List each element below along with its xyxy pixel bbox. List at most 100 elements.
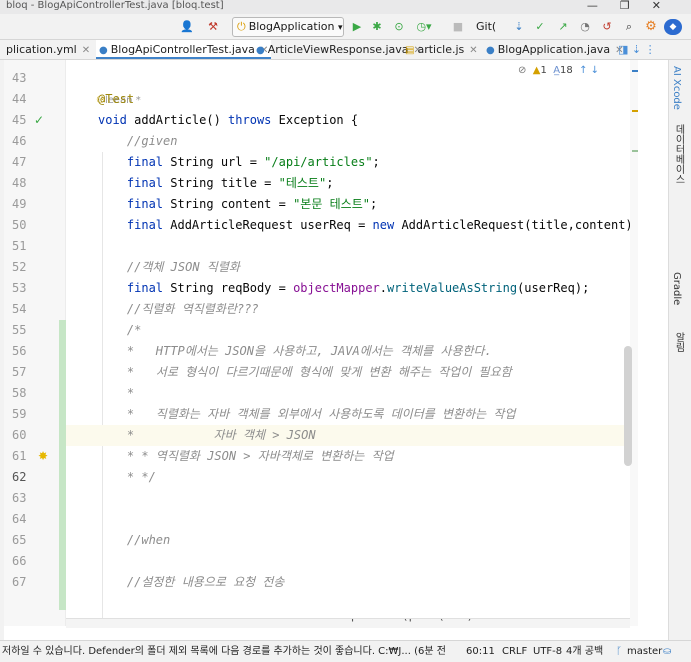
- change-marker: [59, 320, 66, 610]
- main-toolbar: 👤 ⚒ ⏻ BlogApplication ▾ ▶ ✱ ⊙ ◷▾ ■ Git( ⇣…: [0, 14, 691, 40]
- line-number-gutter: 43 44 45 ✓ 46 47 48 49 50 51 52 53 54 55 …: [4, 60, 66, 626]
- code-line[interactable]: final String reqBody = objectMapper.writ…: [66, 278, 630, 299]
- window-title-bar: bloq - BlogApiControllerTest.java [bloq.…: [0, 0, 691, 14]
- code-line[interactable]: void addArticle() throws Exception {: [66, 110, 630, 131]
- code-line[interactable]: //given: [66, 131, 630, 152]
- run-configuration-label: BlogApplication: [248, 20, 335, 33]
- code-token: throws: [228, 113, 279, 127]
- gutter-line: 53: [12, 281, 27, 295]
- code-line[interactable]: @Test: [66, 89, 630, 110]
- code-line[interactable]: * 서로 형식이 다르기때문에 형식에 맞게 변환 해주는 작업이 필요함: [66, 362, 630, 383]
- code-line[interactable]: /*: [66, 320, 630, 341]
- bulb-icon[interactable]: ✸: [38, 446, 48, 467]
- line-separator[interactable]: CRLF: [502, 641, 527, 662]
- code-token: ;: [372, 155, 380, 169]
- java-class-icon: ●: [486, 45, 495, 56]
- search-icon[interactable]: ⌕: [622, 17, 636, 37]
- history-icon[interactable]: ◔: [578, 17, 592, 37]
- git-commit-icon[interactable]: ✓: [533, 17, 547, 37]
- code-line[interactable]: //객체 JSON 직렬화: [66, 257, 630, 278]
- tab-article-js[interactable]: ▤ article.js ✕: [405, 40, 478, 59]
- caret-position[interactable]: 60:11: [466, 641, 495, 662]
- code-line[interactable]: * * 역직렬화 JSON > 자바객체로 변환하는 작업: [66, 446, 630, 467]
- gutter-line: 62: [12, 470, 27, 484]
- tool-aixcode[interactable]: AI Xcode: [671, 66, 682, 110]
- scrollbar-thumb[interactable]: [624, 346, 632, 466]
- indent-setting[interactable]: 4개 공백: [566, 641, 603, 662]
- minimize-button[interactable]: —: [587, 0, 620, 12]
- code-line[interactable]: * HTTP에서는 JSON을 사용하고, JAVA에서는 객체를 사용한다.: [66, 341, 630, 362]
- code-token: final: [98, 155, 171, 169]
- code-token: //설정한 내용으로 요청 전송: [98, 575, 285, 589]
- code-token: * HTTP에서는 JSON을 사용하고, JAVA에서는 객체를 사용한다.: [98, 344, 492, 358]
- code-line[interactable]: * 직렬화는 자바 객체를 외부에서 사용하도록 데이터를 변환하는 작업: [66, 404, 630, 425]
- debug-icon[interactable]: ✱: [370, 17, 384, 37]
- code-token: final: [98, 218, 171, 232]
- close-icon[interactable]: ✕: [469, 45, 477, 56]
- tab-articleviewresponse[interactable]: ● ArticleViewResponse.java ✕: [256, 40, 422, 59]
- maximize-button[interactable]: ❐: [620, 0, 652, 12]
- code-line[interactable]: [66, 551, 630, 572]
- code-token: objectMapper: [293, 281, 380, 295]
- code-line[interactable]: * */: [66, 467, 630, 488]
- coverage-icon[interactable]: ⊙: [392, 17, 406, 37]
- file-encoding[interactable]: UTF-8: [533, 641, 562, 662]
- tab-label: ArticleViewResponse.java: [267, 43, 409, 56]
- user-icon[interactable]: 👤: [178, 17, 196, 37]
- tab-overflow-icon[interactable]: ◨ ⇣ ⋮: [618, 40, 656, 59]
- settings-icon[interactable]: ⚙: [643, 17, 659, 37]
- tool-notifications[interactable]: 알림: [671, 332, 686, 352]
- code-line[interactable]: * 자바 객체 > JSON: [66, 425, 630, 446]
- close-window-button[interactable]: ✕: [652, 0, 683, 12]
- code-line[interactable]: //직렬화 역직렬화란???: [66, 299, 630, 320]
- code-token: //객체 JSON 직렬화: [98, 260, 240, 274]
- stop-icon[interactable]: ■: [452, 17, 464, 37]
- code-line[interactable]: *: [66, 383, 630, 404]
- code-token: "/api/articles": [264, 155, 373, 169]
- code-line[interactable]: [66, 236, 630, 257]
- jetbrains-logo[interactable]: ◆: [664, 19, 682, 35]
- memory-icon[interactable]: ⛀: [663, 641, 671, 662]
- gutter-line: 50: [12, 218, 27, 232]
- code-token: final: [98, 197, 171, 211]
- profile-icon[interactable]: ◷▾: [414, 17, 434, 37]
- tab-blogapplication[interactable]: ● BlogApplication.java ✕: [486, 40, 623, 59]
- git-push-icon[interactable]: ↗: [556, 17, 570, 37]
- git-update-icon[interactable]: ⇣: [512, 17, 526, 37]
- code-line[interactable]: [66, 68, 630, 89]
- close-icon[interactable]: ✕: [82, 45, 90, 56]
- code-token: *: [98, 386, 135, 400]
- code-token: /*: [98, 323, 142, 337]
- tool-database[interactable]: 데이터베이스: [671, 124, 686, 184]
- code-line[interactable]: //when: [66, 530, 630, 551]
- chevron-down-icon: ▾: [337, 23, 343, 33]
- rollback-icon[interactable]: ↺: [600, 17, 614, 37]
- run-test-icon[interactable]: ✓: [34, 110, 44, 131]
- code-line[interactable]: final AddArticleRequest userReq = new Ad…: [66, 215, 630, 236]
- window-title: bloq - BlogApiControllerTest.java [bloq.…: [6, 0, 224, 11]
- git-branch[interactable]: master: [627, 641, 662, 662]
- run-icon[interactable]: ▶: [350, 17, 364, 37]
- run-configuration-select[interactable]: ⏻ BlogApplication ▾: [232, 17, 344, 37]
- code-line[interactable]: [66, 488, 630, 509]
- tab-blogapicontrollertest[interactable]: ● BlogApiControllerTest.java ✕: [96, 40, 272, 59]
- gutter-line: 66: [12, 554, 27, 568]
- java-class-icon: ●: [256, 45, 265, 56]
- tab-label: plication.yml: [6, 43, 77, 56]
- code-token: //given: [98, 134, 178, 148]
- code-line[interactable]: [66, 509, 630, 530]
- editor-scrollbar[interactable]: [630, 60, 638, 626]
- code-editor[interactable]: ⊘ ▲1 A̲18 ↑ ↓ ⚇leean * @Test void addArti…: [66, 60, 630, 626]
- tab-application-yml[interactable]: plication.yml ✕: [6, 40, 90, 59]
- code-token: "테스트": [278, 176, 327, 190]
- hammer-icon[interactable]: ⚒: [205, 17, 221, 37]
- status-message[interactable]: 저하일 수 있습니다. Defender의 폴더 제외 목록에 다음 경로를 추…: [2, 641, 450, 662]
- code-token: .: [379, 281, 388, 295]
- code-token: final: [98, 176, 171, 190]
- window-controls: —❐✕: [587, 0, 683, 12]
- tool-gradle[interactable]: Gradle: [671, 272, 682, 305]
- code-line[interactable]: //설정한 내용으로 요청 전송: [66, 572, 630, 593]
- code-line[interactable]: final String url = "/api/articles";: [66, 152, 630, 173]
- code-line[interactable]: final String content = "본문 테스트";: [66, 194, 630, 215]
- code-line[interactable]: final String title = "테스트";: [66, 173, 630, 194]
